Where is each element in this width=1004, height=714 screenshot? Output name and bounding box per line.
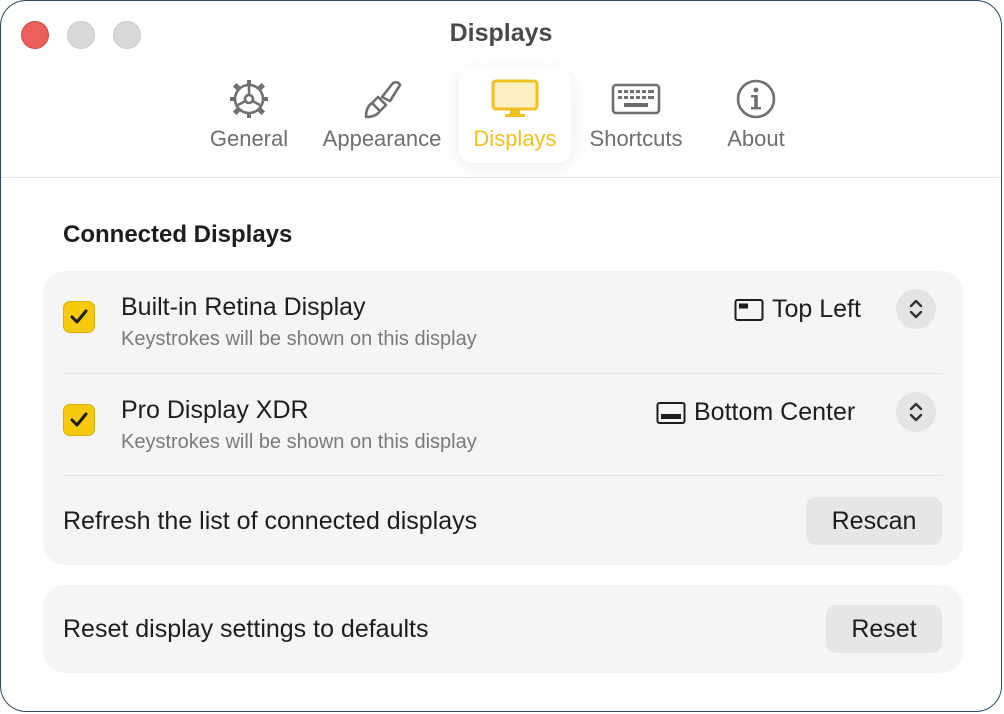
window-title: Displays (449, 19, 553, 47)
keyboard-icon (611, 77, 661, 126)
preferences-window: Displays General Appearance Displays Sho… (0, 0, 1002, 712)
rescan-button[interactable]: Rescan (806, 497, 942, 545)
row-separator (63, 475, 943, 476)
display-subtitle: Keystrokes will be shown on this display (121, 431, 477, 453)
tab-label: About (727, 126, 785, 151)
refresh-label: Refresh the list of connected displays (63, 507, 478, 535)
position-popup[interactable]: Bottom Center (656, 398, 855, 427)
tab-general[interactable]: General (201, 67, 297, 163)
checkmark-icon (70, 412, 88, 427)
toolbar-divider (1, 177, 1001, 178)
tab-appearance[interactable]: Appearance (314, 67, 450, 163)
display-row: Pro Display XDR Keystrokes will be shown… (43, 374, 963, 476)
position-stepper[interactable] (896, 392, 936, 432)
tab-label: Appearance (322, 126, 442, 151)
display-row: Built-in Retina Display Keystrokes will … (43, 271, 963, 373)
position-top-left-icon (734, 298, 764, 321)
reset-label: Reset display settings to defaults (63, 615, 429, 643)
display-checkbox[interactable] (63, 404, 95, 436)
checkmark-icon (70, 309, 88, 324)
position-stepper[interactable] (896, 289, 936, 329)
position-bottom-center-icon (656, 401, 686, 424)
up-down-chevron-icon (909, 299, 923, 319)
tab-label: Shortcuts (589, 126, 683, 151)
reset-group: Reset display settings to defaults Reset (43, 585, 963, 673)
preferences-toolbar: General Appearance Displays Shortcuts Ab… (1, 67, 1001, 177)
tab-displays[interactable]: Displays (459, 67, 571, 163)
position-popup[interactable]: Top Left (734, 295, 861, 324)
display-name: Pro Display XDR (121, 396, 309, 424)
tab-label: Displays (473, 126, 557, 151)
reset-button[interactable]: Reset (826, 605, 942, 653)
section-heading: Connected Displays (63, 221, 293, 248)
paintbrush-icon (360, 77, 404, 126)
position-value: Top Left (772, 295, 861, 323)
position-value: Bottom Center (694, 398, 856, 426)
display-subtitle: Keystrokes will be shown on this display (121, 328, 477, 350)
display-icon (490, 77, 540, 126)
connected-displays-group: Built-in Retina Display Keystrokes will … (43, 271, 963, 565)
gear-icon (227, 77, 271, 126)
tab-about[interactable]: About (713, 67, 799, 163)
info-icon (734, 77, 778, 126)
tab-label: General (209, 126, 289, 151)
display-name: Built-in Retina Display (121, 293, 366, 321)
tab-shortcuts[interactable]: Shortcuts (579, 67, 693, 163)
up-down-chevron-icon (909, 402, 923, 422)
display-checkbox[interactable] (63, 301, 95, 333)
